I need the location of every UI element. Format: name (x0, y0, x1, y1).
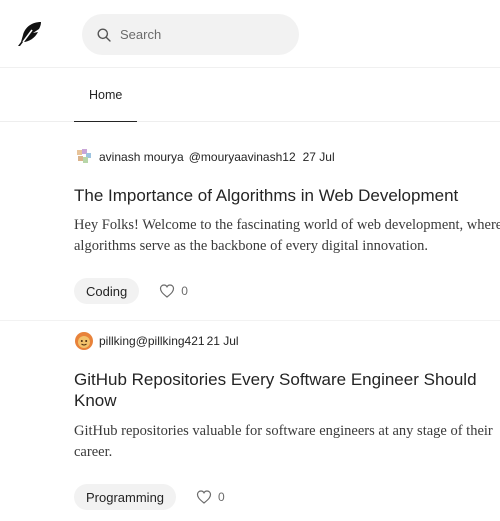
post-meta: pillking @pillking421 21 Jul (75, 332, 239, 350)
tag-chip[interactable]: Coding (74, 278, 140, 304)
post-date: 27 Jul (302, 150, 335, 164)
post-excerpt[interactable]: Hey Folks! Welcome to the fascinating wo… (74, 215, 500, 257)
post-title[interactable]: GitHub Repositories Every Software Engin… (74, 369, 500, 411)
like-count: 0 (218, 490, 225, 504)
tag-chip[interactable]: Programming (74, 484, 177, 510)
search-input[interactable] (120, 27, 280, 42)
heart-icon (159, 283, 175, 299)
post-card[interactable]: avinash mourya @mouryaavinash12 27 Jul T… (0, 123, 500, 321)
post-excerpt[interactable]: GitHub repositories valuable for softwar… (74, 421, 500, 463)
post-meta: avinash mourya @mouryaavinash12 27 Jul (75, 148, 335, 166)
post-card[interactable]: pillking @pillking421 21 Jul GitHub Repo… (0, 321, 500, 521)
avatar[interactable] (75, 332, 93, 350)
author-name[interactable]: avinash mourya (99, 150, 184, 164)
post-feed: avinash mourya @mouryaavinash12 27 Jul T… (0, 123, 500, 521)
search-icon (96, 27, 112, 43)
post-title[interactable]: The Importance of Algorithms in Web Deve… (74, 185, 500, 206)
heart-icon (196, 489, 212, 505)
post-footer: Programming 0 (74, 484, 225, 510)
author-handle[interactable]: @mouryaavinash12 (189, 150, 296, 164)
feather-icon[interactable] (14, 18, 46, 50)
author-handle[interactable]: @pillking421 (136, 334, 205, 348)
post-date: 21 Jul (206, 334, 239, 348)
post-footer: Coding 0 (74, 278, 188, 304)
feed-tabs: Home (0, 68, 500, 122)
search-box[interactable] (82, 14, 299, 55)
like-button[interactable]: 0 (196, 489, 225, 505)
like-count: 0 (181, 284, 188, 298)
tab-home[interactable]: Home (74, 68, 138, 122)
top-bar (0, 0, 500, 68)
avatar[interactable] (75, 148, 93, 166)
author-name[interactable]: pillking (99, 334, 136, 348)
like-button[interactable]: 0 (159, 283, 188, 299)
